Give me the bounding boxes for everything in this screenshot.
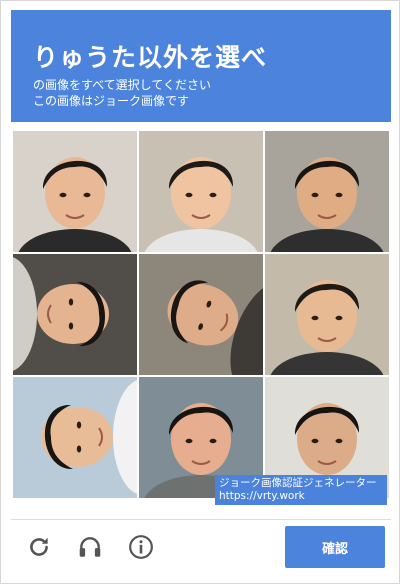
info-button[interactable] [126, 532, 156, 562]
image-tile[interactable] [13, 377, 137, 498]
captcha-joke-note: この画像はジョーク画像です [33, 94, 190, 108]
info-icon [129, 535, 153, 559]
footer-divider [11, 519, 391, 520]
image-tile[interactable] [13, 254, 137, 375]
audio-button[interactable] [75, 532, 105, 562]
portrait-photo [13, 377, 137, 498]
image-tile[interactable] [265, 254, 389, 375]
reload-icon [30, 537, 48, 556]
captcha-header: りゅうた以外を選べ の画像をすべて選択してください この画像はジョーク画像です [11, 10, 391, 122]
watermark-title: ジョーク画像認証ジェネレーター [219, 477, 377, 489]
portrait-photo [139, 131, 263, 252]
confirm-button[interactable]: 確認 [285, 526, 385, 568]
image-tile[interactable] [265, 131, 389, 252]
image-tile[interactable] [139, 131, 263, 252]
headphones-icon [79, 537, 101, 557]
portrait-photo [265, 131, 389, 252]
captcha-frame: りゅうた以外を選べ の画像をすべて選択してください この画像はジョーク画像です … [0, 0, 400, 584]
portrait-photo [265, 254, 389, 375]
image-tile[interactable] [139, 254, 263, 375]
image-grid [13, 131, 389, 507]
generator-watermark: ジョーク画像認証ジェネレーター https://vrty.work [215, 475, 387, 505]
watermark-url: https://vrty.work [219, 490, 305, 502]
portrait-photo [13, 254, 137, 375]
portrait-photo [13, 131, 137, 252]
captcha-title: りゅうた以外を選べ [33, 43, 268, 72]
image-tile[interactable] [13, 131, 137, 252]
portrait-photo [139, 254, 263, 375]
reload-button[interactable] [24, 532, 54, 562]
captcha-instruction: の画像をすべて選択してください [33, 78, 211, 92]
